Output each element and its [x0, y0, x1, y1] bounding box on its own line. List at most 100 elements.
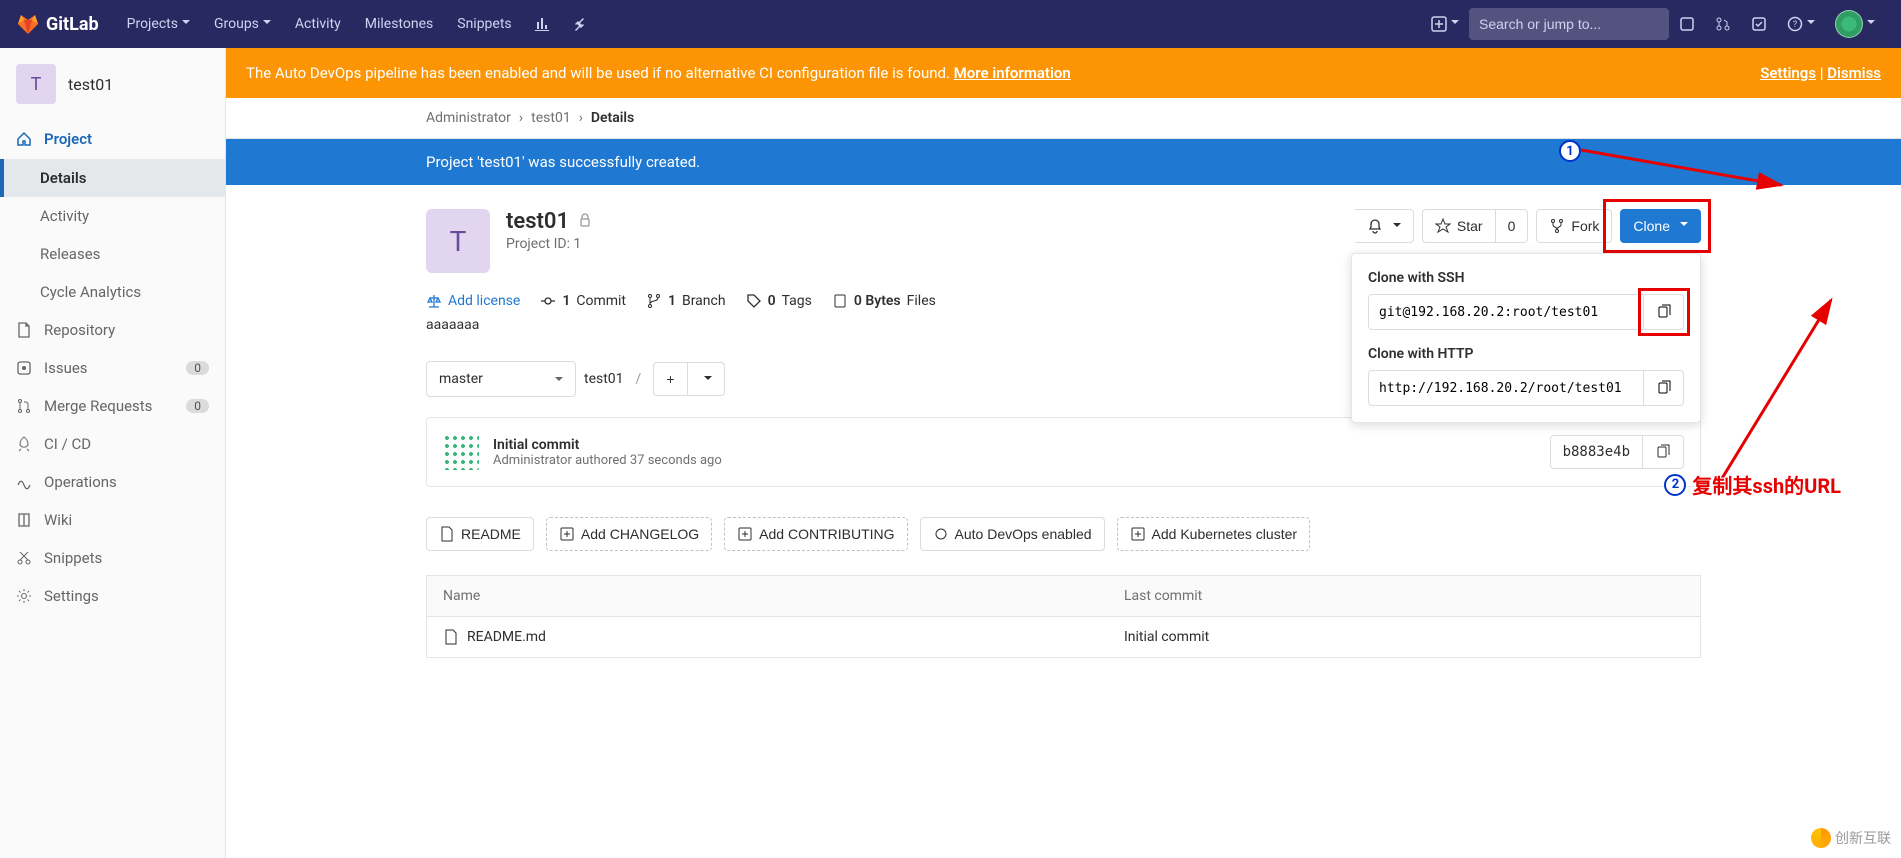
plus-box-icon — [559, 526, 575, 542]
fork-button[interactable]: Fork — [1536, 209, 1612, 243]
star-button[interactable]: Star — [1422, 209, 1496, 243]
table-row[interactable]: README.md Initial commit — [427, 617, 1701, 658]
nav-groups[interactable]: Groups — [202, 0, 283, 48]
nav-mr-icon[interactable] — [1705, 0, 1741, 48]
sidebar-item-repository[interactable]: Repository — [0, 311, 225, 349]
tags-link[interactable]: 0Tags — [746, 293, 812, 309]
notification-button[interactable] — [1355, 209, 1414, 243]
sidebar-item-label: Releases — [40, 245, 100, 263]
sidebar-item-releases[interactable]: Releases — [0, 235, 225, 273]
alert-more-link[interactable]: More information — [954, 64, 1071, 82]
watermark: 创新互联 — [1811, 828, 1891, 848]
sidebar-item-cycle-analytics[interactable]: Cycle Analytics — [0, 273, 225, 311]
nav-issues-icon[interactable] — [1669, 0, 1705, 48]
clone-button[interactable]: Clone — [1620, 209, 1701, 243]
nav-snippets[interactable]: Snippets — [445, 0, 523, 48]
alert-settings-link[interactable]: Settings — [1760, 64, 1816, 82]
add-file-button[interactable]: + — [653, 362, 687, 396]
col-last-commit: Last commit — [1108, 576, 1701, 617]
files-link[interactable]: 0 BytesFiles — [832, 293, 936, 309]
annotation-arrow-2 — [1701, 295, 1841, 485]
doc-icon — [16, 322, 32, 338]
readme-button[interactable]: README — [426, 517, 534, 551]
gear-icon — [16, 588, 32, 604]
lock-icon — [577, 212, 593, 232]
sidebar-project-name: test01 — [68, 75, 113, 94]
clone-http-input[interactable] — [1368, 370, 1644, 406]
file-icon — [443, 629, 459, 645]
suggestion-buttons: README Add CHANGELOG Add CONTRIBUTING Au… — [426, 517, 1701, 551]
add-file-dropdown[interactable] — [688, 362, 725, 396]
sidebar-item-wiki[interactable]: Wiki — [0, 501, 225, 539]
sidebar-header[interactable]: T test01 — [0, 48, 225, 120]
project-avatar: T — [426, 209, 490, 273]
commit-title[interactable]: Initial commit — [493, 437, 722, 453]
files-icon — [832, 293, 848, 309]
sidebar-item-settings[interactable]: Settings — [0, 577, 225, 615]
commits-link[interactable]: 1Commit — [540, 293, 626, 309]
nav-activity[interactable]: Activity — [283, 0, 353, 48]
clone-http-label: Clone with HTTP — [1368, 346, 1684, 362]
branch-select[interactable]: master — [426, 361, 576, 397]
sidebar-item-issues[interactable]: Issues 0 — [0, 349, 225, 387]
add-k8s-button[interactable]: Add Kubernetes cluster — [1117, 517, 1311, 551]
last-commit-widget: Initial commit Administrator authored 37… — [426, 417, 1701, 487]
breadcrumb-project[interactable]: test01 — [531, 110, 571, 126]
file-name-text[interactable]: README.md — [467, 629, 546, 645]
auto-devops-button[interactable]: Auto DevOps enabled — [920, 517, 1105, 551]
rocket-icon — [16, 436, 32, 452]
sidebar-item-project[interactable]: Project — [0, 120, 225, 159]
copy-ssh-button[interactable] — [1644, 294, 1684, 330]
add-contributing-button[interactable]: Add CONTRIBUTING — [724, 517, 907, 551]
star-count[interactable]: 0 — [1496, 209, 1529, 243]
file-commit-msg[interactable]: Initial commit — [1108, 617, 1701, 658]
add-changelog-button[interactable]: Add CHANGELOG — [546, 517, 712, 551]
home-icon — [16, 131, 32, 147]
main-content: The Auto DevOps pipeline has been enable… — [226, 48, 1901, 858]
nav-projects[interactable]: Projects — [115, 0, 202, 48]
sidebar-item-snippets[interactable]: Snippets — [0, 539, 225, 577]
breadcrumb-admin[interactable]: Administrator — [426, 110, 511, 126]
issues-icon — [16, 360, 32, 376]
nav-todos-icon[interactable] — [1741, 0, 1777, 48]
nav-analytics-icon[interactable] — [524, 0, 560, 48]
sidebar-item-cicd[interactable]: CI / CD — [0, 425, 225, 463]
clone-dropdown: Clone with SSH Clone with HTTP — [1351, 253, 1701, 423]
sidebar-item-label: Project — [44, 130, 92, 148]
path-segment[interactable]: test01 — [584, 371, 624, 387]
project-header: T test01 Project ID: 1 Star 0 — [426, 209, 1701, 273]
mr-badge: 0 — [186, 399, 209, 413]
copy-http-button[interactable] — [1644, 370, 1684, 406]
nav-user-menu[interactable] — [1825, 0, 1885, 48]
search-input[interactable] — [1479, 16, 1660, 32]
gitlab-logo[interactable]: GitLab — [16, 12, 99, 36]
clone-ssh-input[interactable] — [1368, 294, 1644, 330]
book-icon — [16, 512, 32, 528]
project-title: test01 — [506, 209, 569, 234]
nav-milestones[interactable]: Milestones — [353, 0, 446, 48]
sidebar-item-details[interactable]: Details — [0, 159, 225, 197]
commit-sha[interactable]: b8883e4b — [1550, 435, 1643, 469]
nav-admin-icon[interactable] — [560, 0, 596, 48]
nav-plus-icon[interactable] — [1421, 0, 1469, 48]
copy-sha-button[interactable] — [1643, 435, 1684, 469]
sidebar-item-label: Cycle Analytics — [40, 283, 141, 301]
nav-help-icon[interactable]: ? — [1777, 0, 1825, 48]
sidebar-item-activity[interactable]: Activity — [0, 197, 225, 235]
sidebar-item-merge-requests[interactable]: Merge Requests 0 — [0, 387, 225, 425]
nav-search[interactable] — [1469, 8, 1669, 40]
sidebar-item-operations[interactable]: Operations — [0, 463, 225, 501]
doc-icon — [439, 526, 455, 542]
user-avatar — [1835, 10, 1863, 38]
branches-link[interactable]: 1Branch — [646, 293, 726, 309]
sidebar-item-label: CI / CD — [44, 435, 91, 453]
top-navbar: GitLab Projects Groups Activity Mileston… — [0, 0, 1901, 48]
alert-dismiss-link[interactable]: Dismiss — [1827, 64, 1881, 82]
issues-badge: 0 — [186, 361, 209, 375]
add-license-link[interactable]: Add license — [426, 293, 520, 309]
brand-text: GitLab — [46, 14, 99, 35]
commit-icon — [540, 293, 556, 309]
merge-icon — [16, 398, 32, 414]
col-name: Name — [427, 576, 1108, 617]
svg-text:?: ? — [1793, 20, 1797, 30]
